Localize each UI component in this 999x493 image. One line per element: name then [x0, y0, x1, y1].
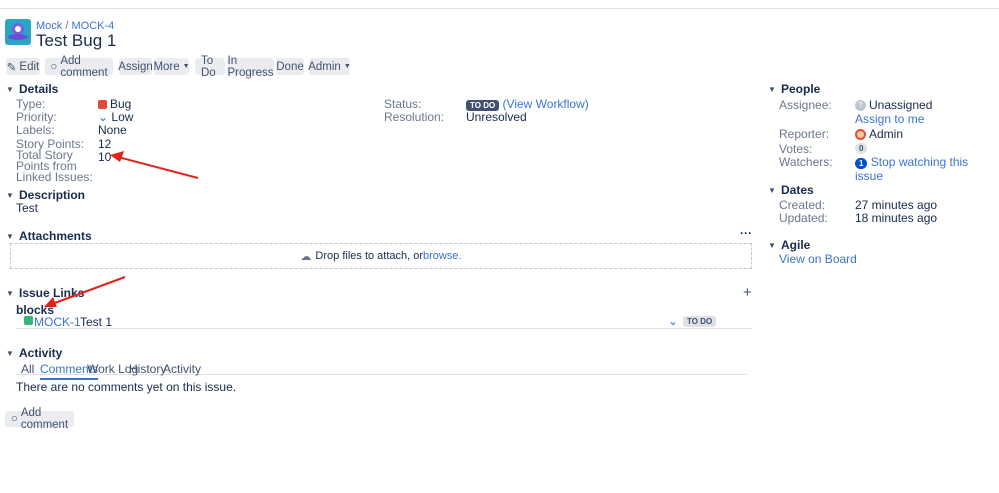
annotation-arrows: [44, 151, 199, 307]
arrow-to-blocks: [44, 276, 126, 307]
arrow-to-total-story-points: [110, 151, 199, 179]
